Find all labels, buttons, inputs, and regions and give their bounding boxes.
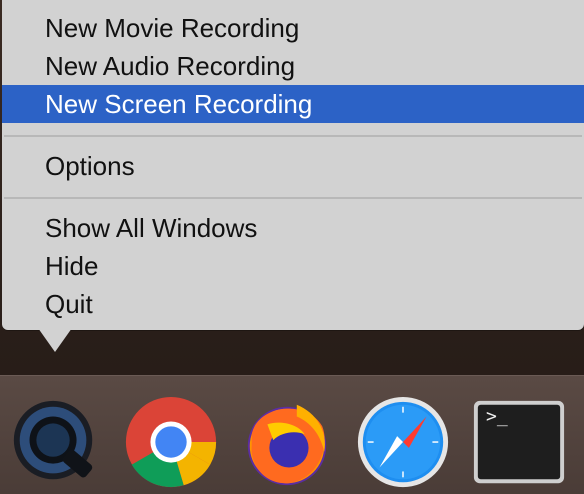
menu-item-quit[interactable]: Quit [2, 285, 584, 323]
safari-icon[interactable] [354, 395, 452, 493]
chrome-icon[interactable] [122, 395, 220, 493]
terminal-prompt-text: >_ [486, 406, 508, 427]
menu-separator [4, 135, 582, 137]
menu-separator [4, 197, 582, 199]
quicktime-icon[interactable] [6, 395, 104, 493]
firefox-icon[interactable] [238, 395, 336, 493]
menu-item-new-audio-recording[interactable]: New Audio Recording [2, 47, 584, 85]
menu-pointer [38, 328, 72, 352]
terminal-icon[interactable]: >_ [470, 395, 568, 493]
context-menu: New Movie Recording New Audio Recording … [2, 0, 584, 330]
menu-item-new-movie-recording[interactable]: New Movie Recording [2, 9, 584, 47]
menu-item-show-all-windows[interactable]: Show All Windows [2, 209, 584, 247]
menu-item-hide[interactable]: Hide [2, 247, 584, 285]
menu-item-options[interactable]: Options [2, 147, 584, 185]
menu-item-new-screen-recording[interactable]: New Screen Recording [2, 85, 584, 123]
